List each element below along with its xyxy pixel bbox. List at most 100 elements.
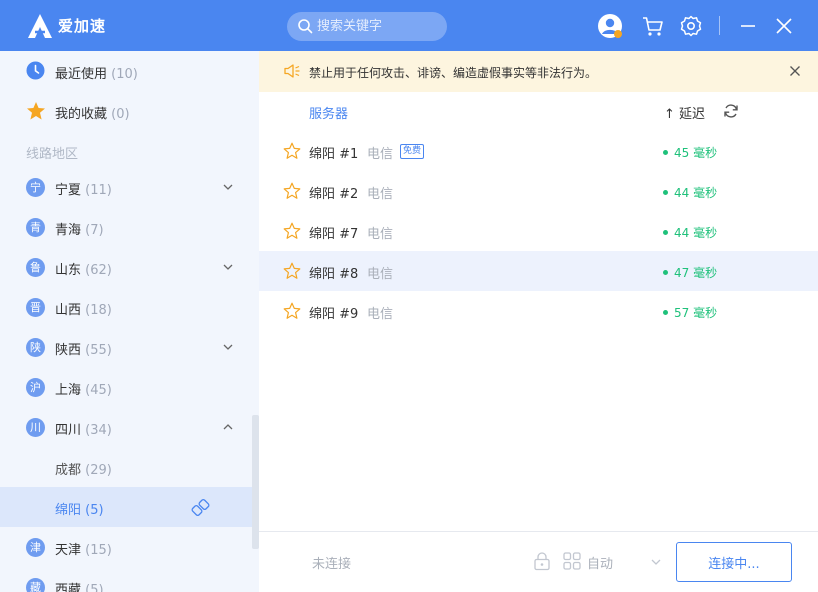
sidebar-item-label: 绵阳 (5) xyxy=(55,503,104,518)
server-name: 绵阳 #9 xyxy=(309,307,359,322)
server-isp: 电信 xyxy=(367,187,394,202)
star-outline-icon[interactable] xyxy=(283,222,301,240)
region-badge: 宁 xyxy=(26,178,45,197)
region-badge: 藏 xyxy=(26,578,45,592)
search-box[interactable] xyxy=(287,12,447,41)
region-badge: 晋 xyxy=(26,298,45,317)
server-name: 绵阳 #7 xyxy=(309,227,359,242)
sidebar-item-label: 最近使用 (10) xyxy=(55,67,138,82)
sidebar-item-label: 山西 (18) xyxy=(55,303,112,318)
sidebar-item-region[interactable]: 青 青海 (7) xyxy=(0,207,252,247)
server-row-highlighted[interactable]: 绵阳 #8 电信 47 毫秒 xyxy=(259,251,818,291)
refresh-icon[interactable] xyxy=(723,103,739,119)
search-input[interactable] xyxy=(317,16,437,37)
sidebar-item-region[interactable]: 宁 宁夏 (11) xyxy=(0,167,252,207)
titlebar-divider xyxy=(719,16,720,35)
sidebar-item-region[interactable]: 沪 上海 (45) xyxy=(0,367,252,407)
chevron-up-icon[interactable] xyxy=(222,421,234,433)
sidebar-scrollbar[interactable] xyxy=(252,415,259,549)
latency-value: 44 毫秒 xyxy=(663,184,717,201)
connect-button[interactable]: 连接中... xyxy=(676,542,792,582)
sidebar-item-region[interactable]: 陕 陕西 (55) xyxy=(0,327,252,367)
sidebar-item-region[interactable]: 鲁 山东 (62) xyxy=(0,247,252,287)
sidebar-item-label: 天津 (15) xyxy=(55,543,112,558)
grid-icon[interactable] xyxy=(563,552,581,570)
app-title: 爱加速 xyxy=(58,17,107,35)
bottom-bar: 未连接 自动 连接中... xyxy=(259,531,818,592)
sidebar-item-label: 宁夏 (11) xyxy=(55,183,112,198)
star-outline-icon[interactable] xyxy=(283,142,301,160)
close-icon[interactable] xyxy=(771,13,797,39)
star-filled-icon xyxy=(27,102,45,120)
column-header-latency[interactable]: ↑ 延迟 xyxy=(664,103,705,122)
region-badge: 鲁 xyxy=(26,258,45,277)
latency-value: 44 毫秒 xyxy=(663,224,717,241)
sidebar: 最近使用 (10) 我的收藏 (0) 线路地区 宁 宁夏 (11) 青 青海 (… xyxy=(0,51,259,592)
free-tag-badge: 免费 xyxy=(400,144,425,159)
status-dot xyxy=(663,270,668,275)
latency-value: 57 毫秒 xyxy=(663,304,717,321)
clock-icon xyxy=(26,61,45,80)
chevron-down-icon[interactable] xyxy=(222,181,234,193)
sidebar-item-label: 四川 (34) xyxy=(55,423,112,438)
sidebar-item-region[interactable]: 藏 西藏 (5) xyxy=(0,567,252,592)
gear-icon[interactable] xyxy=(678,13,704,39)
sidebar-item-recent[interactable]: 最近使用 (10) xyxy=(0,51,252,91)
sidebar-item-label: 成都 (29) xyxy=(55,463,112,478)
server-row[interactable]: 绵阳 #1 电信 免费 45 毫秒 xyxy=(259,131,818,171)
sidebar-item-label: 陕西 (55) xyxy=(55,343,112,358)
connection-status: 未连接 xyxy=(312,557,352,572)
status-dot xyxy=(663,150,668,155)
server-row[interactable]: 绵阳 #7 电信 44 毫秒 xyxy=(259,211,818,251)
server-row[interactable]: 绵阳 #9 电信 57 毫秒 xyxy=(259,291,818,331)
speaker-icon xyxy=(284,64,300,78)
server-name: 绵阳 #2 xyxy=(309,187,359,202)
star-outline-icon[interactable] xyxy=(283,262,301,280)
mode-select[interactable]: 自动 xyxy=(587,553,613,572)
sidebar-item-label: 西藏 (5) xyxy=(55,583,104,592)
sidebar-item-region[interactable]: 川 四川 (34) xyxy=(0,407,252,447)
region-badge: 青 xyxy=(26,218,45,237)
sidebar-subitem-active[interactable]: 绵阳 (5) xyxy=(0,487,252,527)
notice-bar: 禁止用于任何攻击、诽谤、编造虚假事实等非法行为。 xyxy=(259,51,818,92)
star-outline-icon[interactable] xyxy=(283,302,301,320)
sidebar-item-label: 我的收藏 (0) xyxy=(55,107,130,122)
lock-icon[interactable] xyxy=(533,551,551,571)
sidebar-item-region[interactable]: 津 天津 (15) xyxy=(0,527,252,567)
search-icon xyxy=(298,19,313,34)
status-dot xyxy=(663,230,668,235)
close-icon[interactable] xyxy=(789,65,801,77)
chevron-down-icon[interactable] xyxy=(222,341,234,353)
server-isp: 电信 xyxy=(367,227,394,242)
server-isp: 电信 xyxy=(367,307,394,322)
server-isp: 电信 xyxy=(367,267,394,282)
link-icon[interactable] xyxy=(191,498,210,517)
sidebar-item-region[interactable]: 晋 山西 (18) xyxy=(0,287,252,327)
sidebar-item-label: 山东 (62) xyxy=(55,263,112,278)
latency-value: 45 毫秒 xyxy=(663,144,717,161)
chevron-down-icon[interactable] xyxy=(222,261,234,273)
section-title: 线路地区 xyxy=(26,147,79,162)
app-logo-icon xyxy=(28,14,52,38)
star-outline-icon[interactable] xyxy=(283,182,301,200)
server-isp: 电信 xyxy=(367,147,394,162)
chevron-down-icon[interactable] xyxy=(650,556,662,568)
server-row[interactable]: 绵阳 #2 电信 44 毫秒 xyxy=(259,171,818,211)
minimize-icon[interactable] xyxy=(735,13,761,39)
sidebar-item-favorites[interactable]: 我的收藏 (0) xyxy=(0,91,252,131)
column-header-server[interactable]: 服务器 xyxy=(309,103,348,122)
server-name: 绵阳 #1 xyxy=(309,147,359,162)
region-badge: 沪 xyxy=(26,378,45,397)
region-badge: 川 xyxy=(26,418,45,437)
sidebar-item-label: 上海 (45) xyxy=(55,383,112,398)
region-badge: 津 xyxy=(26,538,45,557)
cart-icon[interactable] xyxy=(640,13,666,39)
status-dot xyxy=(663,190,668,195)
server-name: 绵阳 #8 xyxy=(309,267,359,282)
user-avatar-icon[interactable] xyxy=(597,13,623,39)
latency-value: 47 毫秒 xyxy=(663,264,717,281)
sidebar-subitem[interactable]: 成都 (29) xyxy=(0,447,252,487)
title-bar: 爱加速 xyxy=(0,0,818,51)
sidebar-item-label: 青海 (7) xyxy=(55,223,104,238)
status-dot xyxy=(663,310,668,315)
